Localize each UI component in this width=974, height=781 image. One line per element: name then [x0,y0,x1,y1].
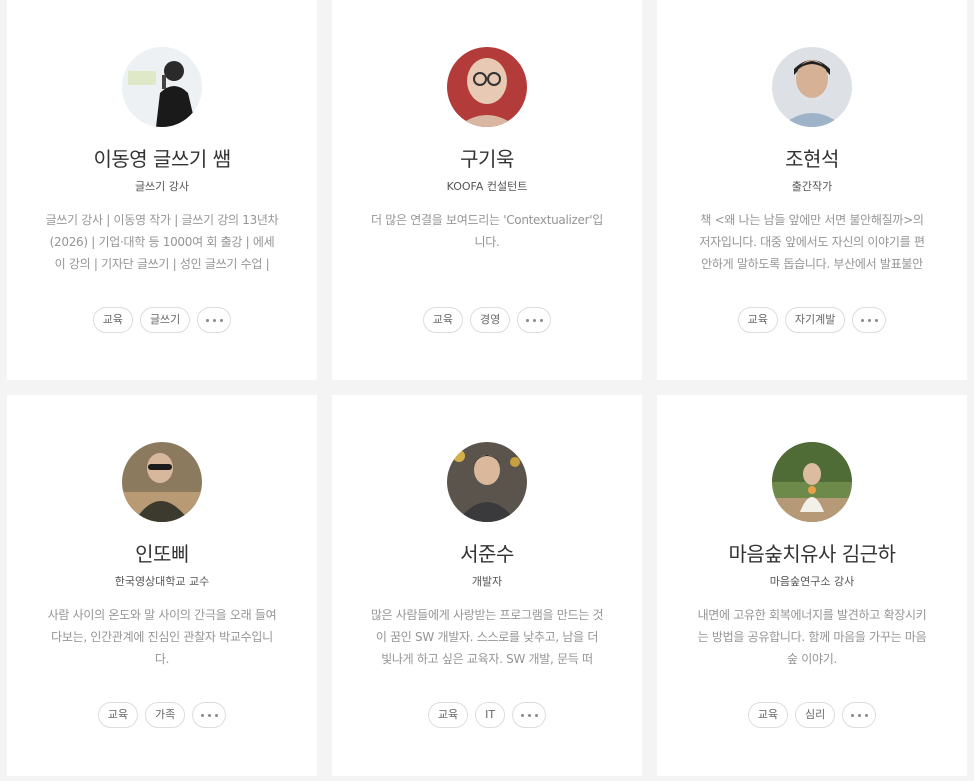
dot-icon [850,713,854,717]
tag-chip[interactable]: 교육 [422,307,463,333]
author-card[interactable]: 구기욱 KOOFA 컨설턴트 더 많은 연결을 보여드리는 'Contextua… [332,0,642,380]
tag-chip[interactable]: 교육 [427,702,469,728]
dot-icon [527,713,531,717]
dot-icon [539,318,543,322]
author-avatar[interactable] [772,47,852,127]
dot-icon [864,713,868,717]
tag-chip[interactable]: IT [475,702,506,728]
tag-chip[interactable]: 경영 [470,307,511,333]
tag-chip[interactable]: 교육 [747,702,788,728]
author-description: 더 많은 연결을 보여드리는 'Contextualizer'입니다. [371,213,603,249]
tag-chip[interactable]: 자기계발 [784,307,846,333]
tag-list: 교육 자기계발 [657,307,967,333]
person-photo-icon [122,442,202,522]
author-role: 출간작가 [791,180,833,193]
author-name[interactable]: 이동영 글쓰기 쌤 [7,143,317,172]
author-name[interactable]: 서준수 [332,538,642,567]
dot-icon [525,318,529,322]
author-avatar[interactable] [772,442,852,522]
dot-icon [205,318,209,322]
dot-icon [857,713,861,717]
author-role: 글쓰기 강사 [134,180,190,193]
person-photo-icon [772,47,852,127]
more-tags-button[interactable] [192,702,227,728]
author-avatar[interactable] [122,47,202,127]
author-card[interactable]: 이동영 글쓰기 쌤 글쓰기 강사 글쓰기 강사 | 이동영 작가 | 글쓰기 강… [7,0,317,380]
more-tags-button[interactable] [842,702,877,728]
author-description: 글쓰기 강사 | 이동영 작가 | 글쓰기 강의 13년차(2026) | 기업… [45,213,279,271]
person-photo-icon [447,47,527,127]
dot-icon [219,318,223,322]
author-avatar[interactable] [447,47,527,127]
author-avatar[interactable] [122,442,202,522]
tag-chip[interactable]: 글쓰기 [139,307,191,333]
author-description: 책 <왜 나는 남들 앞에만 서면 불안해질까>의 저자입니다. 대중 앞에서도… [699,213,925,271]
author-card[interactable]: 인또삐 한국영상대학교 교수 사람 사이의 온도와 말 사이의 간극을 오래 들… [7,395,317,776]
person-photo-icon [122,47,202,127]
more-tags-button[interactable] [517,307,552,333]
author-name[interactable]: 구기욱 [332,143,642,172]
dot-icon [534,713,538,717]
author-card[interactable]: 조현석 출간작가 책 <왜 나는 남들 앞에만 서면 불안해질까>의 저자입니다… [657,0,967,380]
author-name[interactable]: 조현석 [657,143,967,172]
author-card[interactable]: 서준수 개발자 많은 사람들에게 사랑받는 프로그램을 만드는 것이 꿈인 SW… [332,395,642,776]
author-name[interactable]: 인또삐 [7,538,317,567]
more-tags-button[interactable] [512,702,547,728]
dot-icon [207,713,211,717]
author-description: 많은 사람들에게 사랑받는 프로그램을 만드는 것이 꿈인 SW 개발자. 스스… [370,608,604,666]
tag-chip[interactable]: 교육 [737,307,778,333]
tag-list: 교육 경영 [332,307,642,333]
author-role: 한국영상대학교 교수 [114,575,210,588]
person-photo-icon [447,442,527,522]
tag-chip[interactable]: 가족 [145,702,186,728]
author-role: 마음숲연구소 강사 [769,575,855,588]
tag-list: 교육 IT [332,702,642,728]
author-description: 내면에 고유한 회복에너지를 발견하고 확장시키는 방법을 공유합니다. 함께 … [697,608,927,666]
dot-icon [200,713,204,717]
tag-chip[interactable]: 심리 [795,702,836,728]
author-description: 사람 사이의 온도와 말 사이의 간극을 오래 들여다보는, 인간관계에 진심인… [47,608,277,666]
tag-list: 교육 심리 [657,702,967,728]
tag-chip[interactable]: 교육 [92,307,133,333]
author-avatar[interactable] [447,442,527,522]
dot-icon [874,318,878,322]
author-role: 개발자 [471,575,503,588]
dot-icon [214,713,218,717]
tag-chip[interactable]: 교육 [97,702,138,728]
tag-list: 교육 가족 [7,702,317,728]
more-tags-button[interactable] [197,307,232,333]
dot-icon [532,318,536,322]
tag-list: 교육 글쓰기 [7,307,317,333]
dot-icon [860,318,864,322]
dot-icon [520,713,524,717]
author-name[interactable]: 마음숲치유사 김근하 [657,538,967,567]
author-card[interactable]: 마음숲치유사 김근하 마음숲연구소 강사 내면에 고유한 회복에너지를 발견하고… [657,395,967,776]
dot-icon [212,318,216,322]
more-tags-button[interactable] [852,307,887,333]
person-photo-icon [772,442,852,522]
dot-icon [867,318,871,322]
author-role: KOOFA 컨설턴트 [446,180,528,193]
